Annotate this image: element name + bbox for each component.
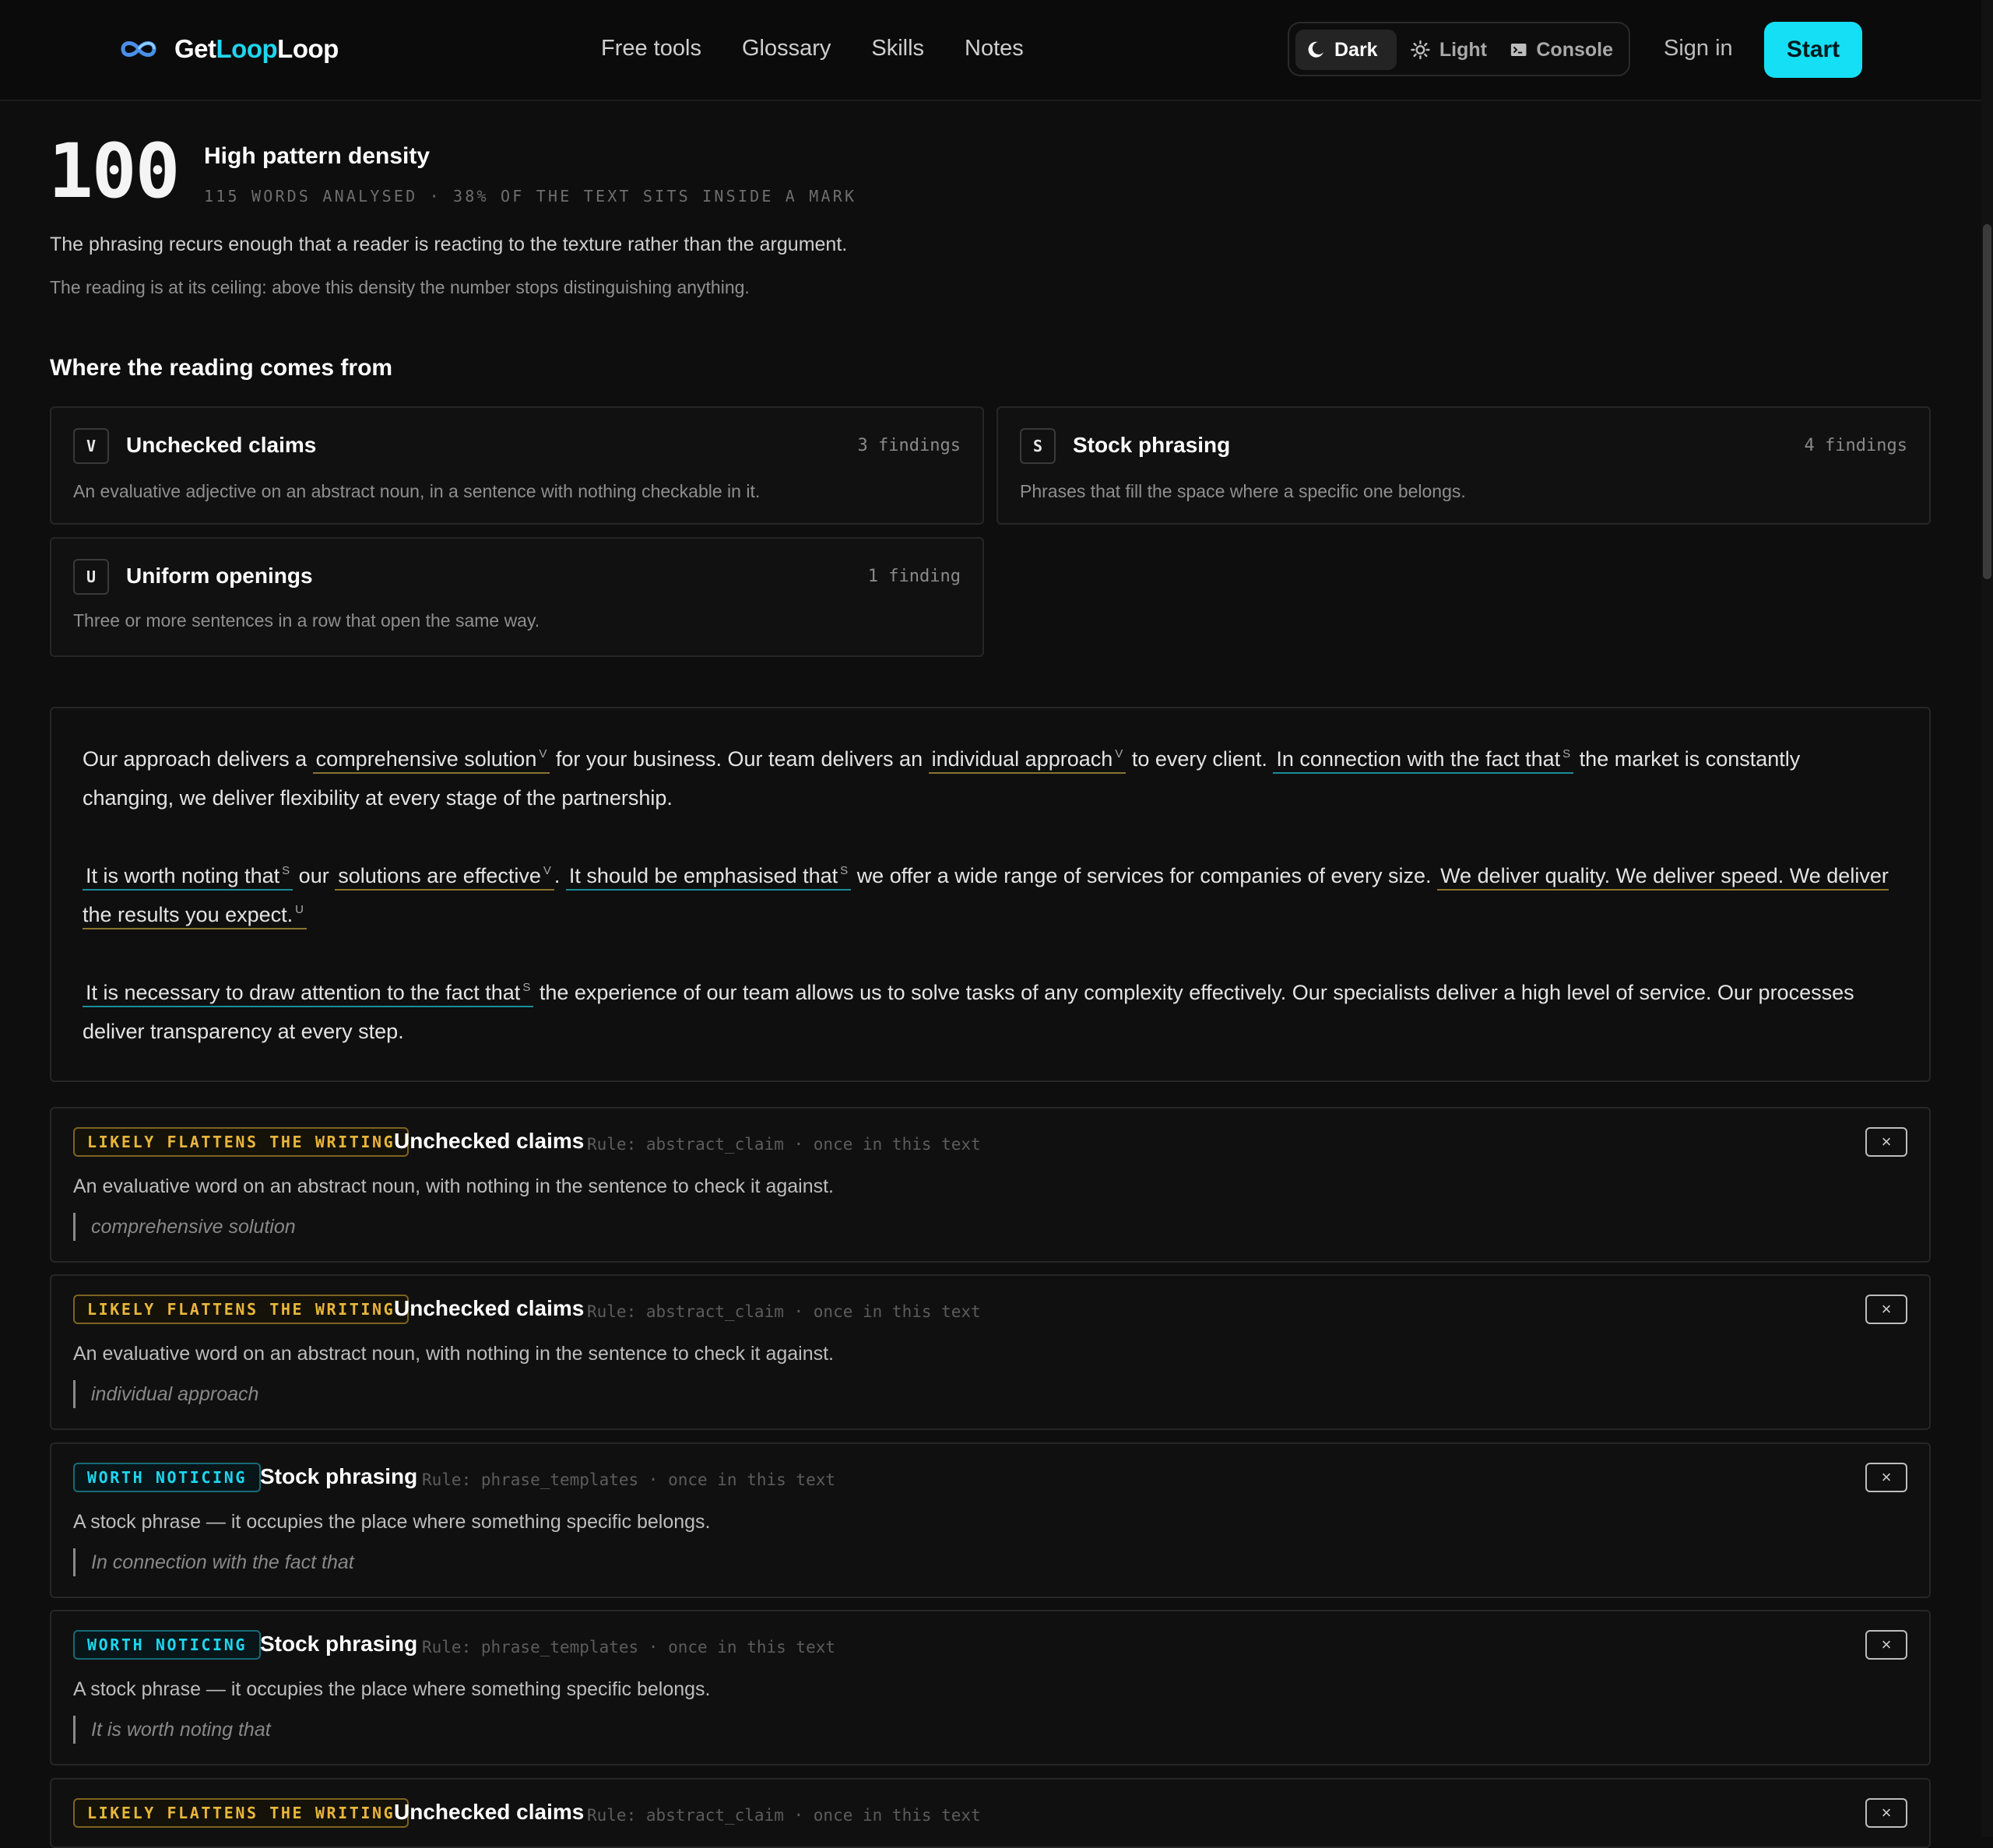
category-title: Unchecked claims: [126, 433, 317, 457]
text-paragraph-2: It is worth noting that S our solutions a…: [83, 856, 1896, 934]
finding-title: Stock phrasing: [260, 1464, 418, 1488]
severity-tag: LIKELY FLATTENS THE WRITING: [73, 1295, 409, 1324]
nav-free-tools[interactable]: Free tools: [601, 36, 701, 61]
score-title: High pattern density: [204, 143, 431, 169]
mark-stock-phrase[interactable]: It is necessary to draw attention to the…: [83, 981, 534, 1007]
mark-unchecked-claim[interactable]: solutions are effective V: [335, 864, 554, 891]
category-desc: Phrases that fill the space where a spec…: [1020, 481, 1466, 501]
nav-glossary[interactable]: Glossary: [742, 36, 831, 61]
category-card-uniform-openings[interactable]: U Uniform openings 1 finding Three or mo…: [50, 537, 984, 657]
category-desc: Three or more sentences in a row that op…: [73, 610, 540, 631]
close-icon: ×: [1881, 1467, 1892, 1487]
score-meta: 115 WORDS ANALYSED · 38% OF THE TEXT SIT…: [204, 187, 857, 206]
mark-stock-phrase[interactable]: In connection with the fact that S: [1273, 747, 1574, 774]
mark-stock-phrase[interactable]: It should be emphasised that S: [565, 864, 852, 891]
text-paragraph-1: Our approach delivers a comprehensive so…: [83, 747, 1801, 810]
finding-rule: Rule: phrase_templates · once in this te…: [422, 1470, 836, 1489]
theme-console-button[interactable]: Console: [1499, 30, 1624, 70]
nav-notes[interactable]: Notes: [965, 36, 1024, 61]
text-paragraph-3: It is necessary to draw attention to the…: [83, 981, 1854, 1043]
finding-rule: Rule: abstract_claim · once in this text: [587, 1806, 981, 1825]
finding-desc: An evaluative word on an abstract noun, …: [73, 1343, 835, 1365]
finding-card: WORTH NOTICING Stock phrasing Rule: phra…: [50, 1442, 1931, 1598]
finding-title: Unchecked claims: [394, 1800, 585, 1824]
score-value: 100: [48, 128, 180, 215]
finding-quote: It is worth noting that: [73, 1716, 271, 1744]
finding-card: LIKELY FLATTENS THE WRITING Unchecked cl…: [50, 1778, 1931, 1848]
dismiss-button[interactable]: ×: [1865, 1630, 1907, 1660]
finding-title: Unchecked claims: [394, 1129, 585, 1153]
dismiss-button[interactable]: ×: [1865, 1127, 1907, 1157]
category-badge: V: [73, 428, 109, 464]
category-badge: U: [73, 559, 109, 595]
severity-tag: WORTH NOTICING: [73, 1630, 261, 1660]
main-nav: Free tools Glossary Skills Notes: [601, 36, 1024, 61]
brand-name: GetLoopLoop: [174, 34, 339, 63]
category-title: Stock phrasing: [1073, 433, 1231, 457]
nav-skills[interactable]: Skills: [871, 36, 924, 61]
close-icon: ×: [1881, 1132, 1892, 1151]
finding-card: LIKELY FLATTENS THE WRITING Unchecked cl…: [50, 1107, 1931, 1263]
category-card-stock-phrasing[interactable]: S Stock phrasing 4 findings Phrases that…: [996, 406, 1931, 525]
finding-card: LIKELY FLATTENS THE WRITING Unchecked cl…: [50, 1274, 1931, 1430]
dismiss-button[interactable]: ×: [1865, 1798, 1907, 1828]
scrollbar-thumb[interactable]: [1983, 224, 1991, 579]
theme-light-button[interactable]: Light: [1400, 30, 1498, 70]
mark-unchecked-claim[interactable]: comprehensive solution V: [312, 747, 550, 774]
finding-title: Stock phrasing: [260, 1632, 418, 1656]
terminal-icon: [1510, 43, 1527, 57]
annotated-text-panel: Our approach delivers a comprehensive so…: [50, 707, 1931, 1082]
category-card-unchecked-claims[interactable]: V Unchecked claims 3 findings An evaluat…: [50, 406, 984, 525]
category-desc: An evaluative adjective on an abstract n…: [73, 481, 761, 501]
severity-tag: WORTH NOTICING: [73, 1463, 261, 1492]
close-icon: ×: [1881, 1635, 1892, 1654]
brand-logo[interactable]: GetLoopLoop: [118, 34, 339, 64]
finding-quote: In connection with the fact that: [73, 1548, 354, 1576]
category-count: 1 finding: [867, 567, 961, 586]
breakdown-title: Where the reading comes from: [50, 355, 393, 381]
finding-card: WORTH NOTICING Stock phrasing Rule: phra…: [50, 1610, 1931, 1765]
theme-switcher: Dark Light Console: [1288, 22, 1630, 76]
close-icon: ×: [1881, 1803, 1892, 1822]
finding-rule: Rule: abstract_claim · once in this text: [587, 1135, 981, 1154]
finding-rule: Rule: phrase_templates · once in this te…: [422, 1638, 836, 1657]
sun-icon: [1411, 40, 1430, 60]
score-note: The reading is at its ceiling: above thi…: [50, 277, 750, 297]
severity-tag: LIKELY FLATTENS THE WRITING: [73, 1798, 409, 1828]
finding-rule: Rule: abstract_claim · once in this text: [587, 1302, 981, 1321]
dismiss-button[interactable]: ×: [1865, 1463, 1907, 1492]
annotated-text: Our approach delivers a comprehensive so…: [83, 740, 1896, 1051]
moon-icon: [1308, 41, 1323, 58]
category-count: 4 findings: [1804, 436, 1907, 455]
mark-unchecked-claim[interactable]: individual approach V: [928, 747, 1127, 774]
category-title: Uniform openings: [126, 564, 313, 588]
score-summary: The phrasing recurs enough that a reader…: [50, 234, 848, 255]
infinity-icon: [121, 41, 156, 57]
start-button[interactable]: Start: [1764, 22, 1862, 78]
category-badge: S: [1020, 428, 1056, 464]
finding-quote: comprehensive solution: [73, 1213, 296, 1241]
sign-in-link[interactable]: Sign in: [1664, 36, 1733, 61]
close-icon: ×: [1881, 1299, 1892, 1319]
finding-desc: A stock phrase — it occupies the place w…: [73, 1511, 711, 1533]
severity-tag: LIKELY FLATTENS THE WRITING: [73, 1127, 409, 1157]
finding-quote: individual approach: [73, 1380, 258, 1408]
top-nav-bar: GetLoopLoop Free tools Glossary Skills N…: [0, 0, 1981, 101]
finding-desc: A stock phrase — it occupies the place w…: [73, 1678, 711, 1700]
theme-dark-button[interactable]: Dark: [1295, 30, 1397, 70]
category-count: 3 findings: [857, 436, 961, 455]
dismiss-button[interactable]: ×: [1865, 1295, 1907, 1324]
finding-desc: An evaluative word on an abstract noun, …: [73, 1175, 835, 1197]
finding-title: Unchecked claims: [394, 1296, 585, 1320]
mark-stock-phrase[interactable]: It is worth noting that S: [83, 864, 294, 891]
